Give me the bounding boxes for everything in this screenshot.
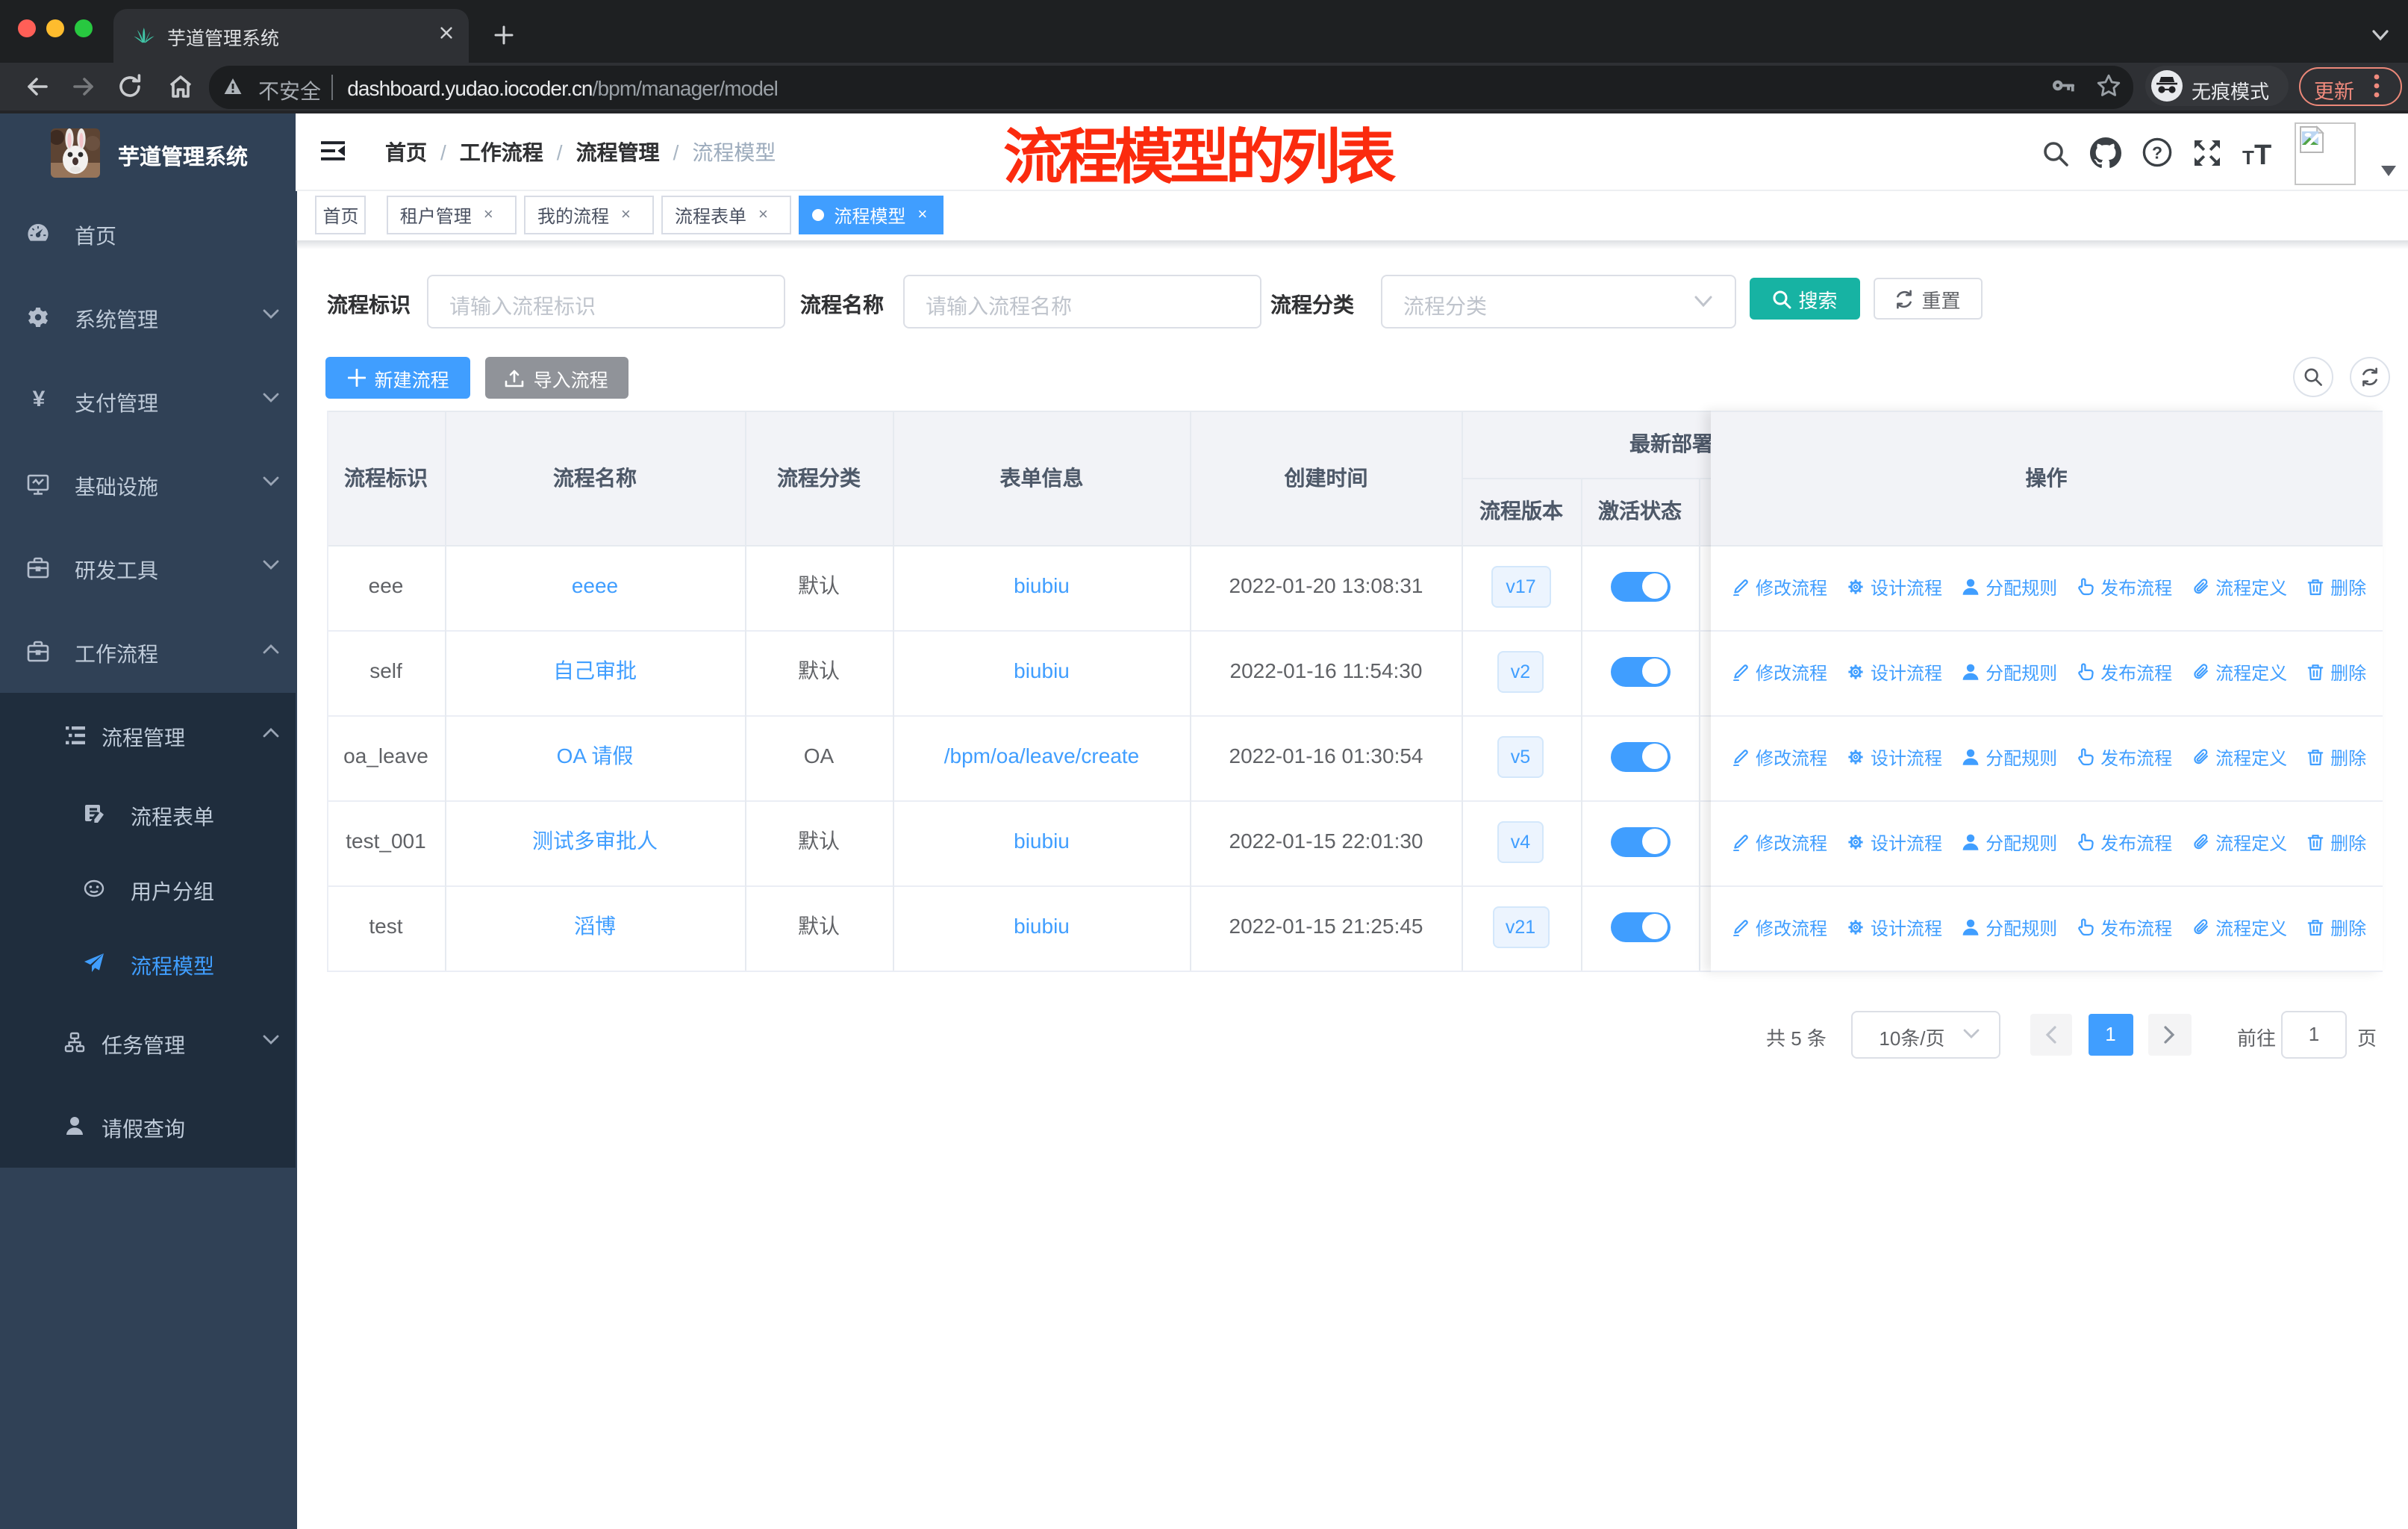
svg-text:T: T — [2254, 140, 2271, 166]
svg-text:T: T — [2242, 146, 2254, 166]
svg-text:?: ? — [2152, 143, 2162, 162]
